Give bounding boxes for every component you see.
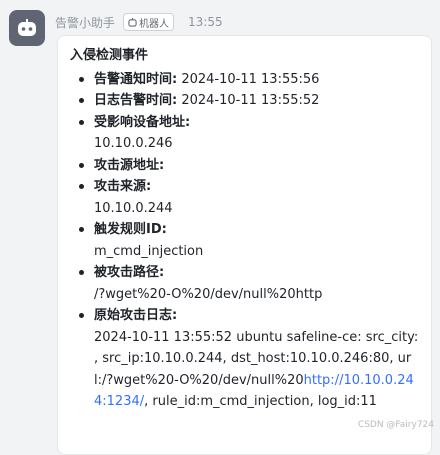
watermark: CSDN @Fairy724 [357, 420, 434, 430]
field-value: 10.10.0.244 [94, 200, 173, 216]
field-raw-log: 原始攻击日志: 2024-10-11 13:55:52 ubuntu safel… [70, 305, 419, 413]
event-title: 入侵检测事件 [70, 48, 149, 63]
field-attack-path: 被攻击路径: /?wget%20-O%20/dev/null%20http [70, 262, 419, 305]
robot-icon [18, 19, 36, 36]
field-label: 触发规则ID: [94, 222, 167, 237]
field-label: 原始攻击日志: [94, 308, 178, 323]
field-rule-id: 触发规则ID: m_cmd_injection [70, 219, 419, 262]
bot-badge: 机器人 [123, 13, 175, 31]
robot-badge-icon [128, 17, 137, 27]
field-label: 攻击来源: [94, 179, 152, 194]
field-value: m_cmd_injection [94, 243, 204, 259]
raw-log-text: 2024-10-11 13:55:52 ubuntu safeline-ce: … [94, 327, 419, 413]
field-label: 攻击源地址: [94, 157, 165, 173]
field-label: 受影响设备地址: [94, 114, 191, 130]
field-log-time: 日志告警时间: 2024-10-11 13:55:52 [70, 90, 419, 112]
field-value: 2024-10-11 13:55:56 [181, 71, 320, 87]
field-value: 10.10.0.246 [94, 136, 173, 151]
message-header: 告警小助手 机器人 13:55 [55, 13, 223, 31]
field-affected-device: 受影响设备地址: 10.10.0.246 [70, 112, 419, 155]
sender-name[interactable]: 告警小助手 [55, 14, 115, 31]
message-time: 13:55 [188, 15, 223, 29]
field-label: 日志告警时间: [94, 93, 178, 108]
bot-badge-label: 机器人 [139, 18, 170, 30]
event-field-list: 告警通知时间: 2024-10-11 13:55:56 日志告警时间: 2024… [70, 69, 419, 413]
field-notify-time: 告警通知时间: 2024-10-11 13:55:56 [70, 69, 419, 91]
field-attack-origin: 攻击来源: 10.10.0.244 [70, 176, 419, 219]
field-attack-source-address: 攻击源地址: [70, 155, 419, 177]
field-value: /?wget%20-O%20/dev/null%20http [94, 286, 323, 302]
raw-log-text-after: , rule_id:m_cmd_injection, log_id:11 [144, 394, 377, 409]
field-label: 告警通知时间: [94, 71, 178, 87]
bot-avatar[interactable] [9, 10, 45, 46]
field-label: 被攻击路径: [94, 265, 165, 280]
field-value: 2024-10-11 13:55:52 [181, 93, 320, 108]
message-card[interactable]: 入侵检测事件 告警通知时间: 2024-10-11 13:55:56 日志告警时… [57, 35, 432, 455]
